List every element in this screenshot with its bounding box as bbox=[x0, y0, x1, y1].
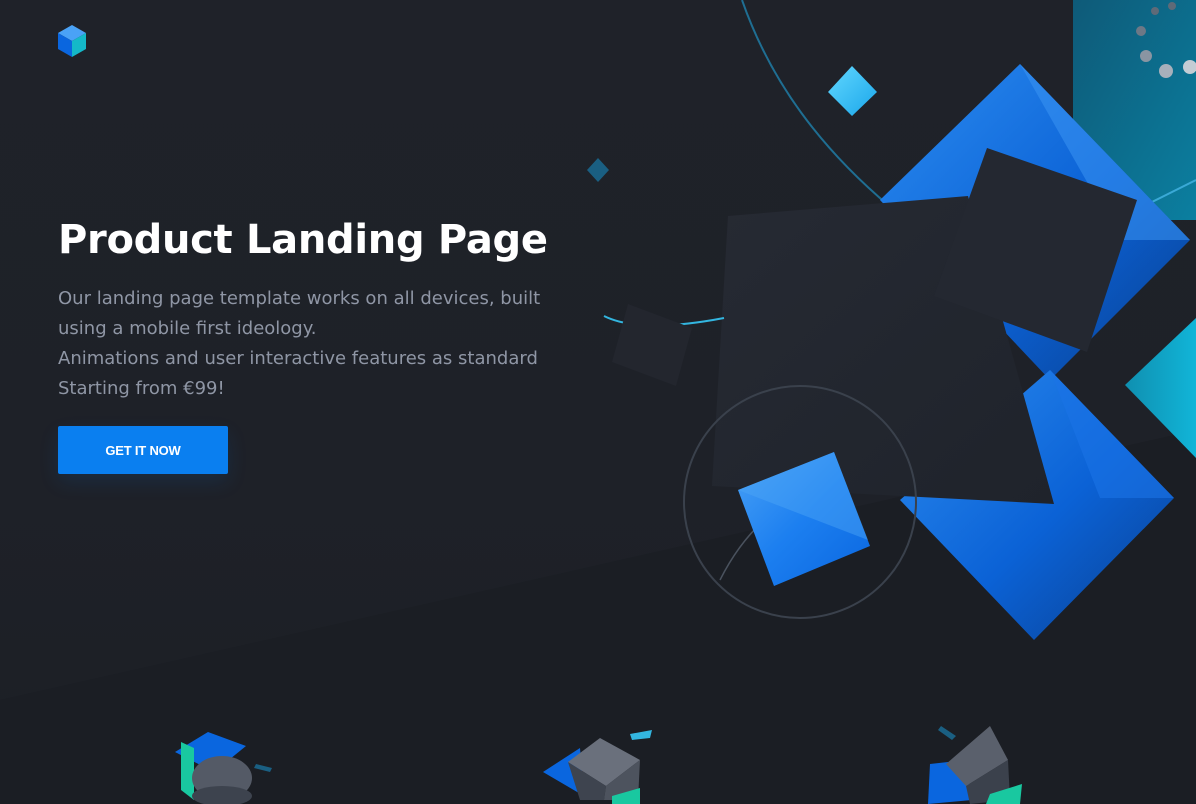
hero-description: Our landing page template works on all d… bbox=[58, 284, 578, 404]
hero-section: Product Landing Page Our landing page te… bbox=[58, 212, 578, 404]
landing-page: Product Landing Page Our landing page te… bbox=[0, 0, 1196, 804]
hero-description-line: Our landing page template works on all d… bbox=[58, 288, 541, 309]
hero-description-line: Animations and user interactive features… bbox=[58, 348, 538, 369]
hero-description-line: Starting from €99! bbox=[58, 378, 225, 399]
page-title: Product Landing Page bbox=[58, 217, 548, 263]
cube-logo-icon[interactable] bbox=[56, 24, 88, 58]
hero-description-line: using a mobile first ideology. bbox=[58, 318, 317, 339]
get-it-now-button[interactable]: GET IT NOW bbox=[58, 426, 228, 474]
